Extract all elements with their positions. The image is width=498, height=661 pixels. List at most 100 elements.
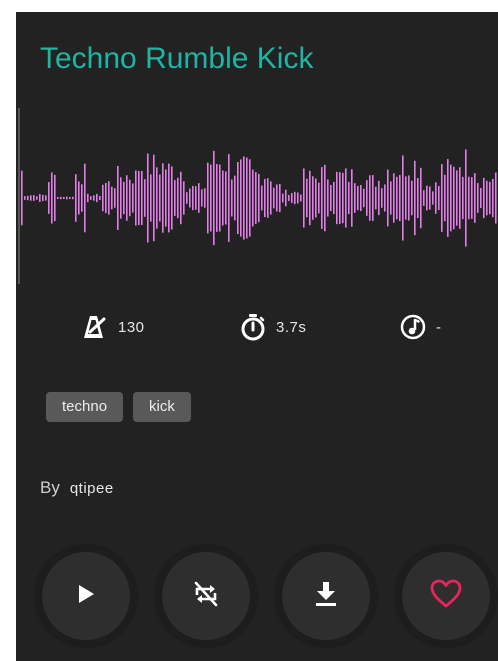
waveform-bar [354, 183, 356, 213]
waveform-bar [228, 154, 230, 242]
waveform-bar [348, 181, 350, 215]
waveform-bar [222, 170, 224, 226]
waveform-bar [36, 196, 38, 200]
waveform-bar [279, 183, 281, 213]
duration-stat: 3.7s [240, 312, 306, 342]
waveform-bar [312, 176, 314, 220]
waveform-bar [432, 191, 434, 205]
waveform-bar [396, 176, 398, 220]
waveform-bar [75, 174, 77, 222]
loop-button[interactable] [162, 552, 250, 640]
tag-chip[interactable]: techno [46, 392, 124, 422]
waveform-bar [420, 167, 422, 229]
waveform-bar [390, 181, 392, 215]
music-note-icon [400, 314, 426, 340]
waveform-bar [483, 177, 485, 219]
playhead-cursor[interactable] [18, 108, 20, 284]
waveform-bar [81, 184, 83, 212]
play-button[interactable] [42, 552, 130, 640]
waveform-bar [24, 196, 26, 200]
waveform-bar [84, 163, 86, 233]
waveform-bar [207, 162, 209, 234]
waveform-bar [414, 160, 416, 236]
download-button[interactable] [282, 552, 370, 640]
waveform-bar [318, 182, 320, 214]
waveform-bar [423, 190, 425, 206]
waveform-bar [333, 181, 335, 215]
waveform-bar [315, 178, 317, 218]
waveform-bar [183, 181, 185, 215]
waveform-bar [21, 170, 23, 226]
waveform-bar [120, 177, 122, 219]
waveform-bar [474, 173, 476, 223]
waveform-bar [453, 166, 455, 230]
stopwatch-icon [240, 313, 266, 341]
author-byline: By qtipee [40, 478, 114, 498]
waveform-bar [360, 184, 362, 212]
waveform-bar [297, 192, 299, 204]
waveform-bar [351, 169, 353, 227]
waveform-bar [495, 172, 497, 224]
waveform-bar [66, 196, 68, 200]
sound-title: Techno Rumble Kick [40, 42, 314, 75]
heart-icon [430, 579, 462, 614]
waveform-bar [39, 194, 41, 202]
sound-card: Techno Rumble Kick 130 3.7s - techno kic… [16, 12, 498, 661]
waveform-bar [69, 197, 71, 199]
waveform-bar [198, 183, 200, 213]
waveform-bar [300, 194, 302, 202]
waveform-bar [273, 187, 275, 209]
waveform-bar [408, 175, 410, 221]
waveform-bar [57, 197, 59, 199]
waveform-bar [99, 195, 101, 201]
waveform-bar [441, 164, 443, 232]
waveform-bar [444, 174, 446, 222]
waveform-bar [168, 163, 170, 233]
waveform-bar [33, 195, 35, 201]
waveform-bar [255, 171, 257, 225]
waveform-bar [291, 193, 293, 203]
waveform-bar [195, 186, 197, 210]
waveform-bar [165, 169, 167, 227]
waveform-bar [141, 171, 143, 225]
waveform-bar [126, 175, 128, 221]
waveform-bar [294, 191, 296, 205]
waveform-bar [138, 170, 140, 226]
favorite-button-ring [394, 544, 498, 648]
waveform-bar [258, 173, 260, 223]
waveform-bar [468, 176, 470, 220]
waveform-bar [153, 154, 155, 242]
waveform-bar [105, 182, 107, 214]
waveform-bar [108, 181, 110, 215]
waveform-bar [393, 173, 395, 223]
author-link[interactable]: qtipee [70, 480, 114, 497]
waveform-bar [219, 164, 221, 232]
waveform-bar [321, 167, 323, 229]
waveform-bar [309, 170, 311, 226]
waveform-bar [276, 184, 278, 212]
favorite-button[interactable] [402, 552, 490, 640]
waveform-bar [243, 156, 245, 240]
duration-value: 3.7s [276, 318, 307, 336]
waveform-bar [162, 163, 164, 233]
waveform-bar [375, 186, 377, 210]
waveform-bar [306, 178, 308, 218]
waveform-bar [102, 184, 104, 212]
waveform-bar [63, 197, 65, 199]
waveform-bar [192, 185, 194, 211]
waveform-bar [435, 182, 437, 214]
waveform-bar [78, 181, 80, 215]
waveform-bar [438, 185, 440, 211]
waveform[interactable] [16, 108, 498, 288]
waveform-bar [213, 150, 215, 246]
waveform-bar [204, 188, 206, 208]
waveform-bar [72, 196, 74, 200]
waveform-bar [117, 166, 119, 230]
waveform-bar [90, 196, 92, 200]
tag-chip[interactable]: kick [133, 392, 191, 422]
waveform-bar [240, 159, 242, 237]
waveform-bar [261, 185, 263, 211]
waveform-bar [486, 180, 488, 216]
waveform-bar [327, 179, 329, 217]
waveform-bar [123, 181, 125, 215]
